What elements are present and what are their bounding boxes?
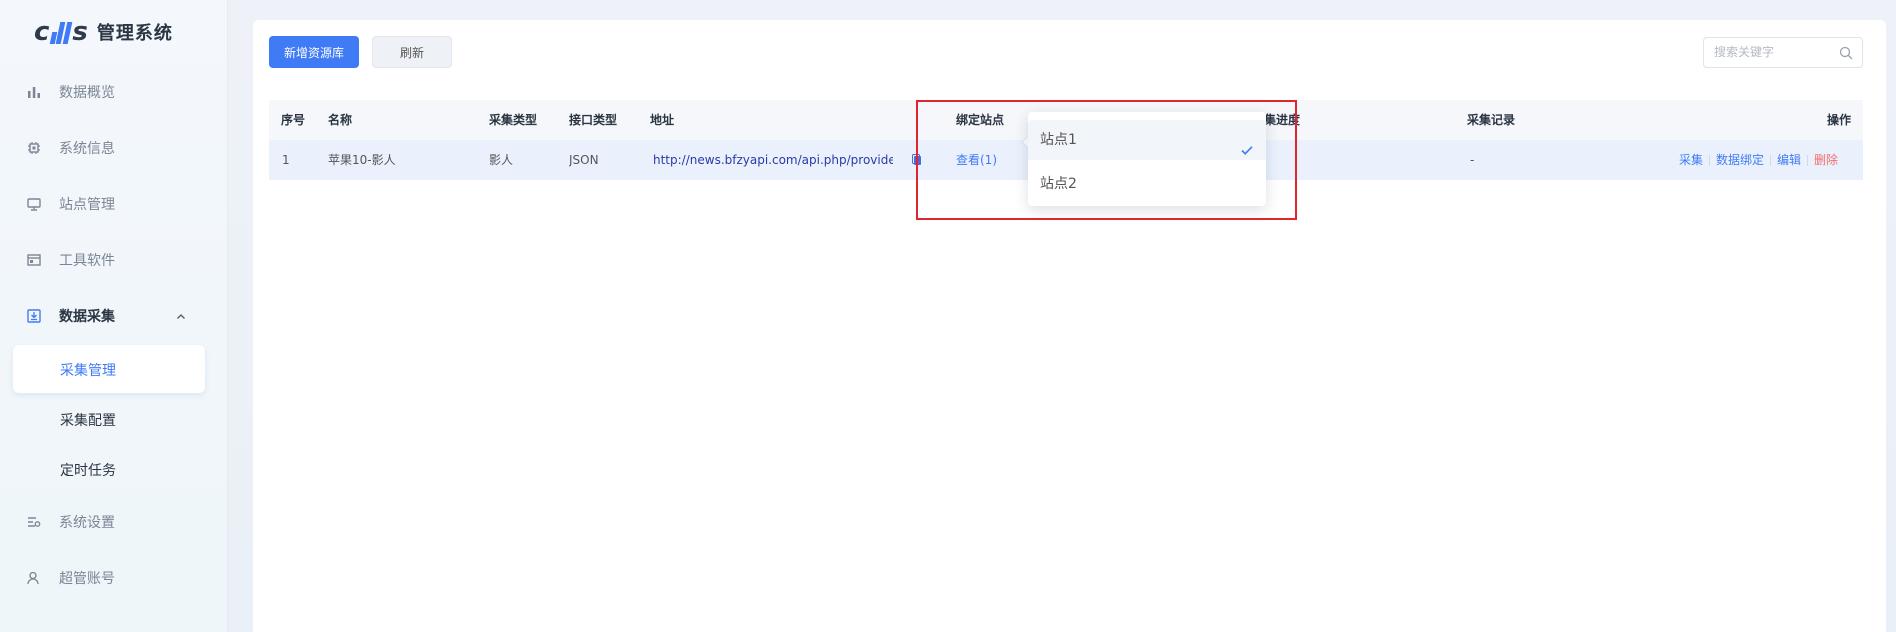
sidebar-subitem-collect-management[interactable]: 采集管理 — [60, 360, 116, 380]
dropdown-option-site1[interactable]: 站点1 — [1028, 120, 1266, 160]
dropdown-option-site2[interactable]: 站点2 — [1028, 164, 1266, 204]
action-divider — [1807, 155, 1809, 166]
check-icon — [1240, 133, 1254, 155]
header-name: 名称 — [328, 113, 353, 127]
sidebar-subitem-collect-config[interactable]: 采集配置 — [60, 410, 116, 430]
edit-action[interactable]: 编辑 — [1777, 153, 1801, 167]
search-box — [1703, 37, 1863, 68]
user-icon — [26, 570, 42, 586]
sidebar-item-tools[interactable]: 工具软件 — [0, 240, 228, 280]
settings-list-icon — [26, 514, 42, 530]
collect-action[interactable]: 采集 — [1679, 153, 1703, 167]
header-progress: 集进度 — [1264, 113, 1301, 127]
search-icon[interactable] — [1839, 46, 1853, 60]
row-api-type: JSON — [569, 153, 599, 167]
view-bound-sites-link[interactable]: 查看(1) — [956, 140, 997, 180]
header-index: 序号 — [281, 113, 306, 127]
copy-icon[interactable] — [912, 154, 922, 166]
data-bind-action[interactable]: 数据绑定 — [1716, 153, 1764, 167]
header-collect-type: 采集类型 — [489, 113, 538, 127]
action-divider — [1770, 155, 1772, 166]
brand-title: 管理系统 — [96, 23, 173, 44]
header-address: 地址 — [650, 113, 675, 127]
action-divider — [1709, 155, 1711, 166]
chip-icon — [26, 140, 42, 156]
row-address: http://news.bfzyapi.com/api.php/provide/ — [653, 153, 893, 167]
refresh-button[interactable]: 刷新 — [372, 36, 452, 68]
sidebar-subitem-scheduled-tasks[interactable]: 定时任务 — [60, 460, 116, 480]
header-bound-sites: 绑定站点 — [956, 113, 1005, 127]
monitor-icon — [26, 196, 42, 212]
bar-chart-icon — [26, 84, 42, 100]
sidebar-item-super-admin[interactable]: 超管账号 — [0, 558, 228, 598]
header-api-type: 接口类型 — [569, 113, 618, 127]
search-input[interactable] — [1714, 45, 1834, 59]
row-collect-type: 影人 — [489, 153, 514, 167]
sidebar-item-system-settings[interactable]: 系统设置 — [0, 502, 228, 542]
sidebar: c s 管理系统 数据概览 系统信息 站点管理 工具软件 数据采集 采集管理 采… — [0, 0, 228, 632]
sidebar-item-data-collection[interactable]: 数据采集 — [0, 296, 228, 336]
header-records: 采集记录 — [1467, 113, 1516, 127]
bound-sites-dropdown: 站点1 站点2 — [1028, 112, 1266, 206]
row-name: 苹果10-影人 — [328, 153, 396, 167]
window-icon — [26, 252, 42, 268]
row-index: 1 — [282, 153, 290, 167]
sidebar-item-overview[interactable]: 数据概览 — [0, 72, 228, 112]
sidebar-item-site-management[interactable]: 站点管理 — [0, 184, 228, 224]
chevron-up-icon — [176, 310, 186, 320]
sidebar-item-system-info[interactable]: 系统信息 — [0, 128, 228, 168]
brand: c s 管理系统 — [34, 18, 173, 46]
row-actions: 采集 数据绑定 编辑 删除 — [1679, 140, 1838, 180]
add-resource-button[interactable]: 新增资源库 — [269, 36, 359, 68]
delete-action[interactable]: 删除 — [1814, 153, 1838, 167]
download-box-icon — [26, 308, 42, 324]
header-actions: 操作 — [1827, 113, 1852, 127]
row-records: - — [1470, 153, 1475, 167]
cms-logo: c s — [34, 17, 88, 47]
